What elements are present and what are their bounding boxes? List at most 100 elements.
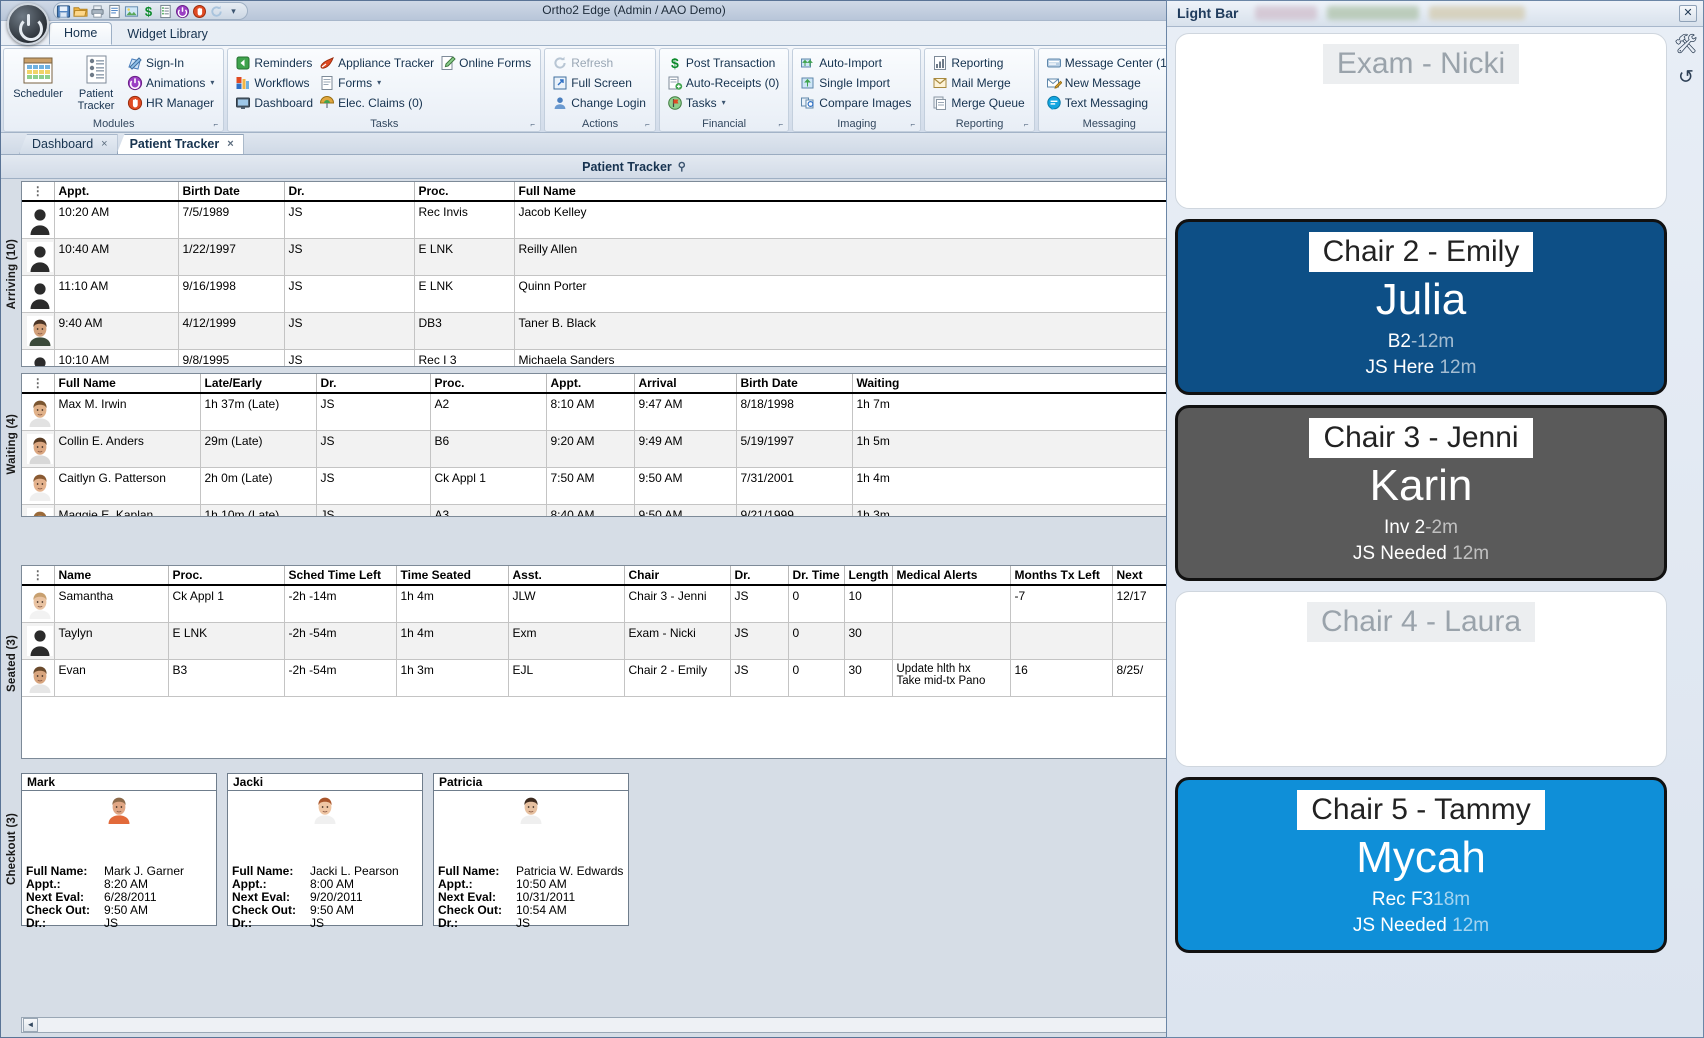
- col-dr[interactable]: Dr.: [316, 374, 431, 394]
- table-row[interactable]: 10:20 AM 7/5/1989 JS Rec Invis Jacob Kelley: [22, 201, 1254, 239]
- light-bar-chair[interactable]: Exam - Nicki: [1175, 33, 1667, 209]
- checkout-card[interactable]: Jacki Full Name: Jacki L. Pearson Appt.: 8:0…: [227, 773, 423, 930]
- doc-tab-patient-tracker[interactable]: Patient Tracker ×: [116, 134, 244, 154]
- elec-claims-button[interactable]: Elec. Claims (0): [317, 93, 438, 112]
- row-handle-header[interactable]: ⋮: [22, 566, 55, 586]
- doc-tab-dashboard[interactable]: Dashboard ×: [19, 134, 118, 154]
- power-purple-icon[interactable]: [175, 4, 190, 19]
- row-handle-header[interactable]: ⋮: [22, 374, 55, 394]
- single-import-button[interactable]: Single Import: [798, 73, 915, 92]
- col-proc[interactable]: Proc.: [430, 374, 547, 394]
- horizontal-scrollbar[interactable]: ◄: [21, 1017, 1255, 1033]
- col-dr[interactable]: Dr.: [284, 182, 415, 202]
- col-dr-time[interactable]: Dr. Time: [788, 566, 845, 586]
- refresh-circular-icon[interactable]: ↺: [1678, 68, 1694, 87]
- quick-access-toolbar[interactable]: $ ▾: [53, 2, 248, 20]
- col-arrival[interactable]: Arrival: [634, 374, 737, 394]
- tasks-button[interactable]: Tasks ▾: [665, 93, 783, 112]
- col-proc[interactable]: Proc.: [414, 182, 515, 202]
- patient-tracker-button[interactable]: Patient Tracker: [67, 52, 125, 112]
- sign-in-button[interactable]: Sign-In: [125, 53, 218, 72]
- row-handle-header[interactable]: ⋮: [22, 182, 55, 202]
- dialog-launcher-icon[interactable]: ⌐: [1022, 120, 1031, 129]
- scheduler-button[interactable]: Scheduler: [9, 52, 67, 100]
- scroll-left-arrow[interactable]: ◄: [23, 1018, 38, 1032]
- table-row[interactable]: Evan B3 -2h -54m 1h 3m EJL Chair 2 - Emily JS 0…: [22, 659, 1254, 697]
- col-birth-date[interactable]: Birth Date: [178, 182, 285, 202]
- light-bar-chair[interactable]: Chair 3 - Jenni Karin Inv 2-2m JS Needed 12…: [1175, 405, 1667, 581]
- col-length[interactable]: Length: [844, 566, 893, 586]
- change-login-button[interactable]: Change Login: [550, 93, 650, 112]
- dialog-launcher-icon[interactable]: ⌐: [211, 120, 220, 129]
- auto-receipts-button[interactable]: Auto-Receipts (0): [665, 73, 783, 92]
- image-icon[interactable]: [124, 4, 139, 19]
- col-months-tx-left[interactable]: Months Tx Left: [1010, 566, 1113, 586]
- dialog-launcher-icon[interactable]: ⌐: [643, 120, 652, 129]
- light-bar-chair[interactable]: Chair 2 - Emily Julia B2-12m JS Here 12m: [1175, 219, 1667, 395]
- close-icon[interactable]: ✕: [1679, 5, 1697, 22]
- wrench-icon[interactable]: 🛠: [1674, 35, 1698, 54]
- table-row[interactable]: 11:10 AM 9/16/1998 JS E LNK Quinn Porter: [22, 275, 1254, 313]
- reminders-button[interactable]: Reminders: [233, 53, 317, 72]
- merge-queue-button[interactable]: Merge Queue: [930, 93, 1028, 112]
- ribbon-tab-home[interactable]: Home: [49, 22, 113, 45]
- list-icon[interactable]: [158, 4, 173, 19]
- auto-import-button[interactable]: Auto-Import: [798, 53, 915, 72]
- light-bar-chair[interactable]: Chair 4 - Laura: [1175, 591, 1667, 767]
- col-proc[interactable]: Proc.: [168, 566, 285, 586]
- col-dr[interactable]: Dr.: [730, 566, 789, 586]
- report-icon[interactable]: [107, 4, 122, 19]
- hand-red-icon[interactable]: [192, 4, 207, 19]
- table-row[interactable]: Taylyn E LNK -2h -54m 1h 4m Exm Exam - Nicki J…: [22, 622, 1254, 660]
- compare-images-button[interactable]: Compare Images: [798, 93, 915, 112]
- application-menu-orb[interactable]: [7, 3, 49, 45]
- col-late-early[interactable]: Late/Early: [200, 374, 317, 394]
- checkout-card[interactable]: Mark Full Name: Mark J. Garner Appt.: 8:20 A…: [21, 773, 217, 930]
- chevron-down-icon[interactable]: ▾: [210, 78, 214, 87]
- workflows-button[interactable]: Workflows: [233, 73, 317, 92]
- dialog-launcher-icon[interactable]: ⌐: [528, 120, 537, 129]
- hr-manager-button[interactable]: HR Manager: [125, 93, 218, 112]
- message-center-button[interactable]: Message Center (1): [1044, 53, 1175, 72]
- open-folder-icon[interactable]: [73, 4, 88, 19]
- col-medical-alerts[interactable]: Medical Alerts: [892, 566, 1011, 586]
- mail-merge-button[interactable]: Mail Merge: [930, 73, 1028, 92]
- table-row[interactable]: 10:40 AM 1/22/1997 JS E LNK Reilly Allen: [22, 238, 1254, 276]
- col-appt[interactable]: Appt.: [546, 374, 635, 394]
- refresh-icon[interactable]: [209, 4, 224, 19]
- dialog-launcher-icon[interactable]: ⌐: [908, 120, 917, 129]
- table-row[interactable]: Caitlyn G. Patterson 2h 0m (Late) JS Ck App…: [22, 467, 1254, 505]
- print-icon[interactable]: [90, 4, 105, 19]
- col-chair[interactable]: Chair: [624, 566, 731, 586]
- pin-icon[interactable]: ⚲: [678, 160, 686, 173]
- table-row[interactable]: Maggie E. Kaplan 1h 10m (Late) JS A3 8:40 AM…: [22, 504, 1254, 516]
- col-sched-time-left[interactable]: Sched Time Left: [284, 566, 397, 586]
- col-name[interactable]: Name: [54, 566, 169, 586]
- reporting-button[interactable]: Reporting: [930, 53, 1028, 72]
- col-full-name[interactable]: Full Name: [514, 182, 1254, 202]
- checkout-card[interactable]: Patricia Full Name: Patricia W. Edwards App…: [433, 773, 629, 930]
- light-bar-side-toolbar[interactable]: 🛠 ↺: [1673, 35, 1699, 87]
- chevron-down-icon[interactable]: ▾: [377, 78, 381, 87]
- close-icon[interactable]: ×: [227, 138, 233, 150]
- qat-dropdown-icon[interactable]: ▾: [226, 4, 241, 19]
- appliance-tracker-button[interactable]: Appliance Tracker: [317, 53, 438, 72]
- dollar-icon[interactable]: $: [141, 4, 156, 19]
- post-transaction-button[interactable]: $ Post Transaction: [665, 53, 783, 72]
- new-message-button[interactable]: New Message: [1044, 73, 1175, 92]
- table-row[interactable]: Samantha Ck Appl 1 -2h -14m 1h 4m JLW Chair 3…: [22, 585, 1254, 623]
- save-icon[interactable]: [56, 4, 71, 19]
- col-birth-date[interactable]: Birth Date: [736, 374, 853, 394]
- table-row[interactable]: Max M. Irwin 1h 37m (Late) JS A2 8:10 AM 9:47…: [22, 393, 1254, 431]
- col-asst[interactable]: Asst.: [508, 566, 625, 586]
- light-bar-chair[interactable]: Chair 5 - Tammy Mycah Rec F318m JS Needed 1…: [1175, 777, 1667, 953]
- document-tab-strip[interactable]: Dashboard × Patient Tracker ×: [1, 133, 1267, 155]
- refresh-button[interactable]: Refresh: [550, 53, 650, 72]
- close-icon[interactable]: ×: [101, 138, 107, 150]
- table-row[interactable]: 10:10 AM 9/8/1995 JS Rec I 3 Michaela Sander…: [22, 349, 1254, 366]
- forms-button[interactable]: Forms ▾: [317, 73, 438, 92]
- col-appt[interactable]: Appt.: [54, 182, 179, 202]
- table-row[interactable]: Collin E. Anders 29m (Late) JS B6 9:20 AM 9:4…: [22, 430, 1254, 468]
- ribbon-tab-widget-library[interactable]: Widget Library: [112, 23, 223, 45]
- table-row[interactable]: 9:40 AM 4/12/1999 JS DB3 Taner B. Black: [22, 312, 1254, 350]
